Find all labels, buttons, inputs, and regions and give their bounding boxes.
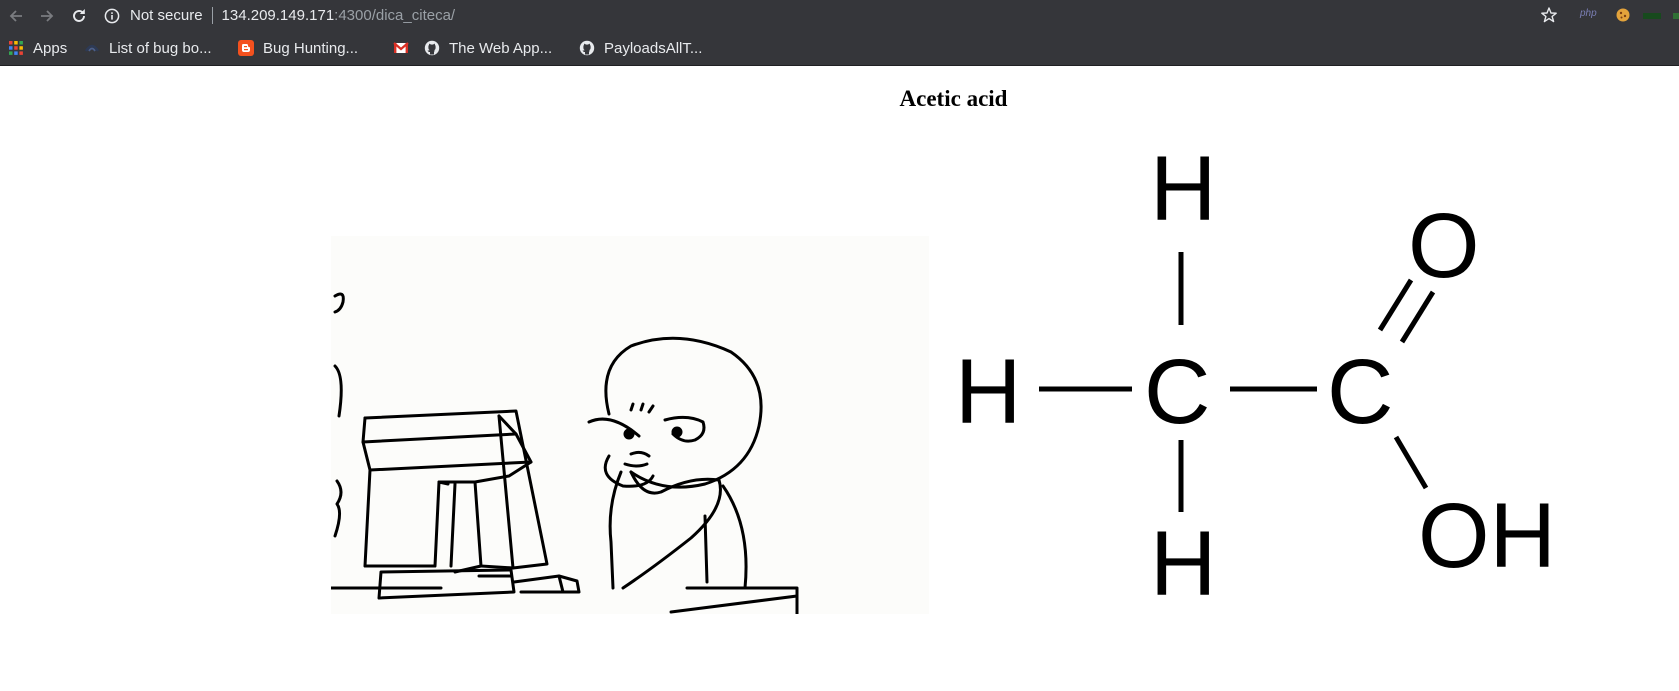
- bookmark-label: PayloadsAllT...: [604, 39, 703, 57]
- bookmark-star-icon[interactable]: [1540, 6, 1558, 24]
- php-extension-icon[interactable]: php: [1580, 8, 1597, 19]
- bugcrowd-icon: [84, 44, 100, 52]
- bookmark-list-of-bug-bounty[interactable]: List of bug bo...: [84, 31, 212, 65]
- atom-h-left: H: [955, 341, 1021, 443]
- url-host: 134.209.149.171: [221, 7, 335, 24]
- back-button[interactable]: [0, 0, 31, 31]
- bookmark-payloads-all-the-things[interactable]: PayloadsAllT...: [579, 31, 702, 65]
- atom-h-bottom: H: [1150, 513, 1216, 610]
- bookmark-label: Bug Hunting...: [263, 39, 359, 57]
- atom-c-carboxyl: C: [1327, 341, 1393, 443]
- bookmark-gmail[interactable]: [393, 31, 418, 65]
- double-bond-c-to-o-a: [1377, 278, 1414, 332]
- atom-o-double: O: [1408, 195, 1480, 297]
- github-icon: [579, 40, 595, 56]
- url-path: :4300/dica_citeca/: [334, 7, 456, 24]
- github-icon: [424, 40, 440, 56]
- page-title: Acetic acid: [899, 86, 1008, 111]
- gmail-icon: [393, 42, 409, 53]
- atom-h-top: H: [1150, 138, 1216, 240]
- browser-toolbar: Not secure 134.209.149.171:4300/dica_cit…: [0, 0, 1679, 31]
- extension-icon[interactable]: [1673, 11, 1679, 21]
- info-icon[interactable]: [104, 8, 120, 24]
- acetic-acid-structure-diagram: H H C H C O OH: [955, 138, 1556, 610]
- address-separator: [211, 7, 213, 24]
- security-status-label: Not secure: [130, 7, 203, 24]
- cookie-extension-icon[interactable]: [1615, 7, 1631, 23]
- forward-button[interactable]: [31, 0, 62, 31]
- reload-button[interactable]: [63, 0, 94, 31]
- double-bond-c-to-o-b: [1399, 290, 1436, 344]
- apps-grid-icon: [9, 41, 23, 55]
- atom-oh-group: OH: [1418, 485, 1556, 587]
- bookmark-the-web-app[interactable]: The Web App...: [424, 31, 552, 65]
- bookmark-apps[interactable]: Apps: [8, 31, 67, 65]
- reload-icon: [72, 8, 85, 22]
- atom-c-methyl: C: [1144, 341, 1210, 443]
- address-bar[interactable]: Not secure 134.209.149.171:4300/dica_cit…: [104, 2, 455, 29]
- computer-guy-meme-image: [329, 236, 929, 616]
- bookmarks-bar: Apps List of bug bo... Bug Hunting... Th…: [0, 31, 1679, 66]
- extension-icon[interactable]: [1643, 11, 1661, 21]
- forward-arrow-icon: [40, 9, 53, 22]
- bookmark-label: The Web App...: [449, 39, 553, 57]
- bookmark-label: List of bug bo...: [109, 39, 212, 57]
- blogger-icon: [238, 40, 254, 56]
- bookmark-label: Apps: [33, 39, 68, 57]
- bond-c-to-oh: [1393, 435, 1429, 490]
- back-arrow-icon: [9, 9, 22, 22]
- bookmark-bug-hunting[interactable]: Bug Hunting...: [238, 31, 358, 65]
